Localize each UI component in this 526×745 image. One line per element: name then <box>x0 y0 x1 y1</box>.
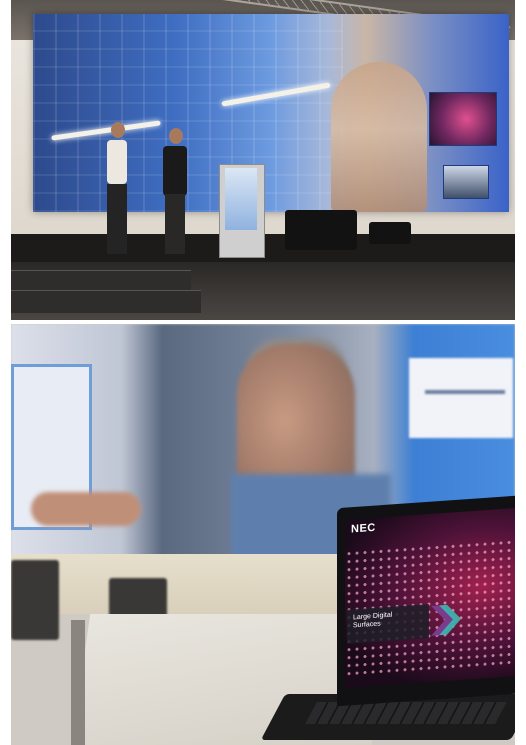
stage-speaker <box>369 222 411 244</box>
stage-step <box>11 290 201 313</box>
person-right-trousers <box>165 194 185 254</box>
person-left-head <box>111 122 125 138</box>
lectern-display <box>225 168 257 230</box>
laptop-photo: NEC Large Digital Surfaces <box>11 324 515 745</box>
chevron-right-icon <box>431 604 461 636</box>
nec-logo: NEC <box>351 521 376 536</box>
stage-photo <box>11 0 515 320</box>
led-wall-inset-graphic <box>429 92 497 146</box>
laptop-keyboard <box>305 702 507 724</box>
chair <box>11 560 59 640</box>
person-right-shirt <box>163 146 187 196</box>
blurred-sign-text <box>425 390 505 394</box>
stage-step <box>11 270 191 291</box>
person-right-head <box>169 128 183 144</box>
laptop-screen: NEC Large Digital Surfaces <box>345 508 515 688</box>
led-wall-building-graphic <box>33 14 343 212</box>
blurred-pointing-hand <box>31 492 141 526</box>
desk-leg <box>71 620 85 745</box>
led-wall-presenter-image <box>331 62 427 212</box>
led-wall-inset-video <box>443 165 489 199</box>
person-left-shirt <box>107 140 127 184</box>
person-left-trousers <box>107 184 127 254</box>
photo-collage: NEC Large Digital Surfaces <box>0 0 526 745</box>
blurred-sign <box>409 358 513 438</box>
stage-monitor <box>285 210 357 250</box>
